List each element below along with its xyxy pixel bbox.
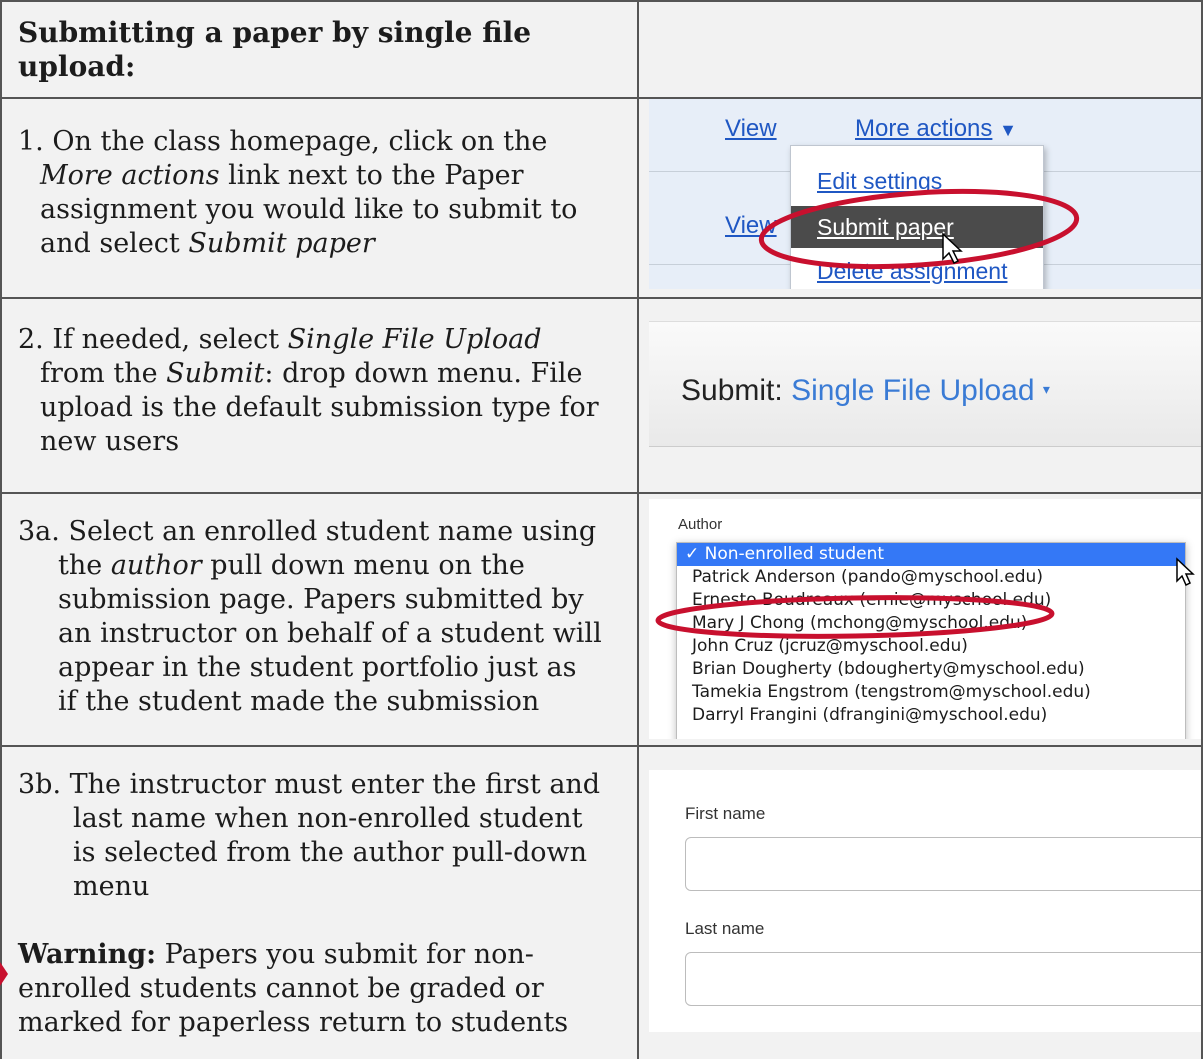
column-divider — [637, 0, 639, 1059]
step-text: assignment you would like to submit to — [40, 194, 578, 225]
step-text: Select an enrolled student name using — [68, 516, 597, 547]
submit-label: Submit: — [681, 374, 783, 407]
step-text-em: More actions — [40, 160, 220, 191]
warning-text: Papers you submit for non- — [156, 939, 534, 970]
screenshot-more-actions: View More actions ▼ View Edit settings S… — [649, 99, 1201, 289]
screenshot-author-menu: Author ✓ Non-enrolled student Patrick An… — [649, 499, 1201, 739]
row-divider — [0, 492, 1203, 494]
first-name-label: First name — [685, 804, 766, 823]
step-text-em: Single File Upload — [287, 324, 542, 355]
last-name-field[interactable] — [685, 952, 1201, 1006]
step-text: last name when non-enrolled student — [73, 803, 583, 834]
warning: Warning: Papers you submit for non- — [18, 938, 630, 972]
screenshot-submit-type: Submit: Single File Upload ▾ — [649, 321, 1201, 447]
step-text: pull down menu on the — [201, 550, 525, 581]
step-3b: 3b. The instructor must enter the first … — [18, 768, 630, 1040]
step-text: link next to the Paper — [219, 160, 524, 191]
first-name-field[interactable] — [685, 837, 1201, 891]
step-text-em: Submit — [166, 358, 265, 389]
row-divider — [0, 745, 1203, 747]
step-3a: 3a. Select an enrolled student name usin… — [18, 515, 630, 719]
step-number: 2. — [18, 324, 44, 355]
step-text-em: author — [110, 550, 202, 581]
highlight-ring — [655, 557, 1195, 639]
table-border-top — [0, 0, 1203, 2]
last-name-label: Last name — [685, 919, 765, 938]
step-text: appear in the student portfolio just as — [58, 652, 577, 683]
step-text: the — [58, 550, 111, 581]
warning-text: marked for paperless return to students — [18, 1007, 569, 1038]
step-text: if the student made the submission — [58, 686, 540, 717]
section-title: Submitting a paper by single file upload… — [18, 16, 618, 84]
step-text: On the class homepage, click on the — [52, 126, 548, 157]
step-text: is selected from the author pull-down — [73, 837, 588, 868]
step-text: The instructor must enter the first and — [69, 769, 601, 800]
step-text-em: Submit paper — [188, 228, 375, 259]
warning-text: enrolled students cannot be graded or — [18, 973, 544, 1004]
step-number: 1. — [18, 126, 44, 157]
step-text: an instructor on behalf of a student wil… — [58, 618, 602, 649]
step-2: 2. If needed, select Single File Upload … — [18, 323, 630, 459]
step-text: submission page. Papers submitted by — [58, 584, 584, 615]
submit-type-select[interactable]: Submit: Single File Upload ▾ — [681, 374, 1050, 408]
warning-icon — [0, 962, 8, 986]
step-number: 3b. — [18, 769, 62, 800]
step-text: upload is the default submission type fo… — [40, 392, 599, 423]
highlight-ring — [758, 188, 1080, 270]
instruction-table: Submitting a paper by single file upload… — [0, 0, 1203, 1059]
section-title-text: Submitting a paper by single file upload… — [18, 16, 532, 83]
step-text: : drop down menu. File — [264, 358, 583, 389]
row-divider — [0, 297, 1203, 299]
step-text: new users — [40, 426, 180, 457]
screenshot-name-fields: First name Last name — [649, 770, 1201, 1032]
step-text: menu — [73, 871, 150, 902]
warning-label: Warning: — [18, 939, 157, 970]
step-1: 1. On the class homepage, click on the M… — [18, 125, 630, 261]
step-text: from the — [40, 358, 167, 389]
step-number: 3a. — [18, 516, 60, 547]
submit-value: Single File Upload — [791, 374, 1035, 407]
caret-down-icon: ▾ — [1042, 381, 1050, 397]
cursor-icon — [1176, 557, 1195, 587]
table-border-left — [0, 0, 2, 1059]
cursor-icon — [942, 232, 963, 265]
step-text: and select — [40, 228, 189, 259]
step-text: If needed, select — [52, 324, 288, 355]
